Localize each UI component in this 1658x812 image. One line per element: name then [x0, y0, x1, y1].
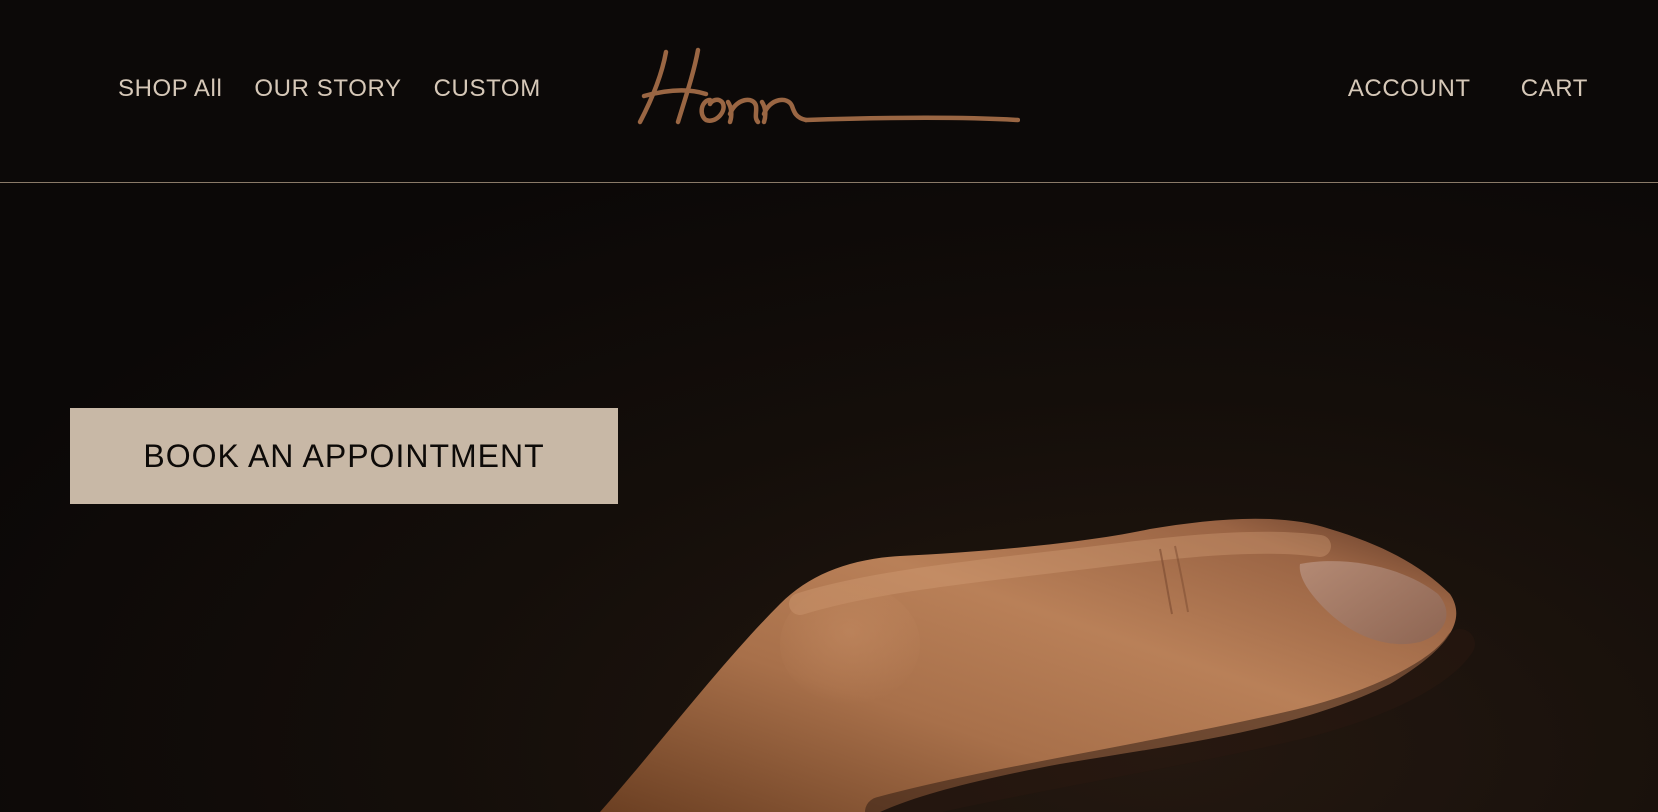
nav-account[interactable]: ACCOUNT	[1348, 72, 1471, 106]
book-appointment-button[interactable]: BOOK AN APPOINTMENT	[70, 408, 618, 504]
site-header: SHOP All OUR STORY CUSTOM ACCOUNT CART	[0, 0, 1658, 183]
account-nav: ACCOUNT CART	[1348, 72, 1588, 106]
brand-logo[interactable]	[636, 44, 1020, 130]
nav-cart[interactable]: CART	[1521, 72, 1588, 106]
primary-nav: SHOP All OUR STORY CUSTOM	[118, 72, 541, 106]
nav-shop-all[interactable]: SHOP All	[118, 72, 222, 106]
nav-our-story[interactable]: OUR STORY	[254, 72, 401, 106]
signature-logo-icon	[637, 47, 1020, 125]
nav-custom[interactable]: CUSTOM	[434, 72, 541, 106]
